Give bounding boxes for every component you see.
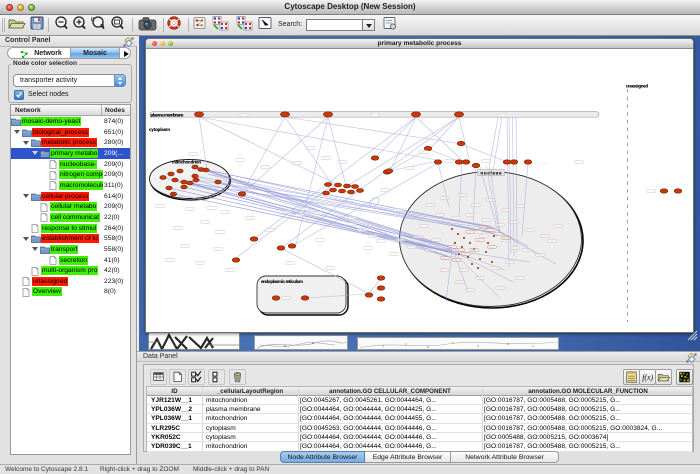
svg-text:....: ....: [192, 175, 195, 178]
svg-text:....: ....: [330, 189, 333, 192]
svg-text:.....: .....: [449, 246, 453, 249]
svg-text:....: ....: [198, 169, 201, 172]
svg-text:.....: .....: [442, 257, 446, 260]
svg-text:....: ....: [348, 191, 351, 194]
svg-text:.....: .....: [454, 259, 458, 262]
svg-text:endoplasmic reticulum: endoplasmic reticulum: [261, 279, 303, 284]
svg-text:.....: .....: [480, 226, 484, 229]
svg-text:f(x): f(x): [642, 373, 653, 382]
svg-text:....: ....: [203, 169, 206, 172]
svg-text:.....: .....: [471, 249, 475, 252]
svg-text:....: ....: [323, 192, 326, 195]
svg-text:.....: .....: [487, 229, 491, 232]
svg-text:.....: .....: [457, 249, 461, 252]
svg-text:....: ....: [193, 179, 196, 182]
svg-text:.....: .....: [489, 246, 493, 249]
svg-text:nucleus: nucleus: [481, 170, 503, 175]
svg-text:mitochondrion: mitochondrion: [172, 160, 201, 165]
svg-text:unassigned: unassigned: [626, 84, 648, 89]
svg-text:....: ....: [181, 186, 184, 189]
svg-text:....: ....: [509, 158, 512, 161]
svg-text:.....: .....: [463, 253, 467, 256]
svg-text:....: ....: [325, 184, 328, 187]
svg-text:....: ....: [344, 185, 347, 188]
svg-text:.....: .....: [467, 231, 471, 234]
svg-text:....: ....: [172, 179, 175, 182]
svg-text:.... .... .... .... ....: .... .... .... .... ....: [531, 161, 549, 164]
svg-text:.....: .....: [477, 239, 481, 242]
svg-text:....: ....: [170, 193, 173, 196]
svg-text:.....: .....: [495, 233, 499, 236]
svg-text:plasma membrane: plasma membrane: [151, 112, 185, 117]
svg-text:.....: .....: [503, 237, 507, 240]
svg-text:cytoplasm: cytoplasm: [149, 127, 170, 132]
